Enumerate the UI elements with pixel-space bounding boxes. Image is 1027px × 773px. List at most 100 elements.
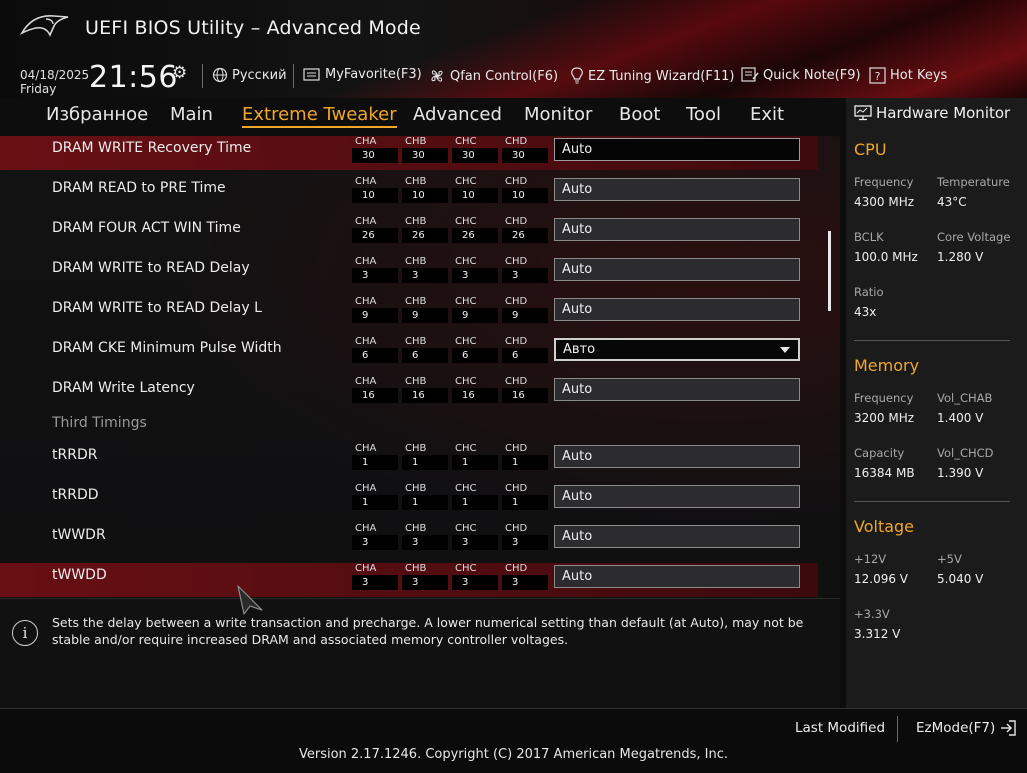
setting-name: tRRDR	[52, 447, 98, 463]
setting-row[interactable]: DRAM WRITE to READ Delay CHA 3 CHB 3 CHC 3 CHD 3…	[0, 256, 818, 290]
tab-monitor[interactable]: Monitor	[524, 104, 592, 125]
voltage-section-title: Voltage	[854, 517, 915, 536]
channel-value: 1	[452, 495, 498, 510]
setting-value: Auto	[562, 529, 593, 544]
tab-advanced[interactable]: Advanced	[413, 104, 502, 125]
setting-row[interactable]: tWWDD CHA 3 CHB 3 CHC 3 CHD 3 Auto	[0, 563, 818, 597]
ezmode-button[interactable]: EzMode(F7)	[916, 720, 1017, 736]
channel-value: 3	[402, 268, 448, 283]
channel-value: 10	[452, 188, 498, 203]
ez-tuning-wizard-button[interactable]: EZ Tuning Wizard(F11)	[570, 67, 734, 85]
setting-row[interactable]: DRAM READ to PRE Time CHA 10 CHB 10 CHC 10 CHD 1…	[0, 176, 818, 210]
setting-input[interactable]: Auto	[554, 218, 800, 241]
channel-label: CHB	[405, 256, 427, 267]
channel-value: 26	[452, 228, 498, 243]
settings-gear-icon[interactable]: ⚙	[172, 63, 187, 83]
channel-label: CHC	[455, 136, 477, 147]
setting-name: DRAM CKE Minimum Pulse Width	[52, 340, 282, 356]
channel-cha-readout: CHA 26	[352, 216, 398, 245]
settings-panel: DRAM WRITE Recovery Time CHA 30 CHB 30 CHC 30 C…	[0, 136, 840, 598]
question-icon: ?	[869, 67, 886, 84]
channel-chc-readout: CHC 1	[452, 483, 498, 512]
channel-value: 16	[502, 388, 548, 403]
qfan-control-button[interactable]: Qfan Control(F6)	[428, 67, 558, 85]
channel-value: 26	[502, 228, 548, 243]
last-modified-button[interactable]: Last Modified	[795, 720, 885, 736]
channel-value: 3	[352, 268, 398, 283]
setting-row[interactable]: tWWDR CHA 3 CHB 3 CHC 3 CHD 3 Auto	[0, 523, 818, 557]
language-button[interactable]: Русский	[212, 67, 287, 83]
setting-input[interactable]: Auto	[554, 298, 800, 321]
qfan-label: Qfan Control(F6)	[450, 68, 559, 84]
cpu-frequency-value: 4300 MHz	[854, 195, 915, 209]
channel-label: CHD	[505, 256, 528, 267]
divider	[0, 708, 1027, 709]
setting-input[interactable]: Auto	[554, 525, 800, 548]
hardware-monitor-header: Hardware Monitor	[854, 104, 1010, 122]
channel-chd-readout: CHD 3	[502, 523, 548, 552]
channel-label: CHC	[455, 563, 477, 574]
favorites-icon	[303, 67, 320, 81]
channel-cha-readout: CHA 1	[352, 443, 398, 472]
channel-value: 30	[352, 148, 398, 163]
tab-boot[interactable]: Boot	[619, 104, 660, 125]
ez-tuning-label: EZ Tuning Wizard(F11)	[588, 68, 735, 84]
setting-input[interactable]: Auto	[554, 485, 800, 508]
setting-row[interactable]: tRRDR CHA 1 CHB 1 CHC 1 CHD 1 Auto	[0, 443, 818, 477]
channel-chc-readout: CHC 30	[452, 136, 498, 165]
channel-value: 1	[352, 495, 398, 510]
channel-value: 3	[352, 535, 398, 550]
channel-value: 1	[402, 455, 448, 470]
setting-name: DRAM WRITE to READ Delay L	[52, 300, 262, 316]
channel-label: CHC	[455, 523, 477, 534]
setting-input[interactable]: Auto	[554, 258, 800, 281]
channel-value: 3	[502, 535, 548, 550]
setting-input[interactable]: Auto	[554, 445, 800, 468]
tab-tool[interactable]: Tool	[686, 104, 721, 125]
setting-row[interactable]: DRAM Write Latency CHA 16 CHB 16 CHC 16 CHD 16 Au…	[0, 376, 818, 410]
tab-favorites[interactable]: Избранное	[46, 104, 148, 125]
channel-label: CHC	[455, 483, 477, 494]
channel-chb-readout: CHB 3	[402, 256, 448, 285]
channel-value: 26	[352, 228, 398, 243]
setting-row[interactable]: DRAM FOUR ACT WIN Time CHA 26 CHB 26 CHC 26 CHD…	[0, 216, 818, 250]
channel-chb-readout: CHB 3	[402, 523, 448, 552]
channel-chc-readout: CHC 3	[452, 563, 498, 592]
tab-extreme-tweaker[interactable]: Extreme Tweaker	[242, 104, 397, 128]
v12-value: 12.096 V	[854, 572, 909, 586]
quick-note-button[interactable]: Quick Note(F9)	[741, 67, 861, 83]
scrollbar-thumb[interactable]	[828, 231, 831, 311]
chevron-down-icon	[780, 347, 790, 353]
myfavorite-button[interactable]: MyFavorite(F3)	[303, 67, 422, 82]
memory-frequency-label: Frequency	[854, 391, 914, 405]
setting-dropdown[interactable]: Авто	[554, 338, 800, 361]
svg-text:?: ?	[875, 70, 881, 83]
channel-chb-readout: CHB 10	[402, 176, 448, 205]
setting-row[interactable]: DRAM WRITE to READ Delay L CHA 9 CHB 9 CHC 9 CH…	[0, 296, 818, 330]
memory-frequency-value: 3200 MHz	[854, 411, 915, 425]
tab-exit[interactable]: Exit	[750, 104, 784, 125]
setting-input[interactable]: Auto	[554, 565, 800, 588]
lightbulb-icon	[571, 67, 583, 84]
channel-label: CHC	[455, 216, 477, 227]
channel-value: 9	[502, 308, 548, 323]
channel-value: 3	[452, 535, 498, 550]
setting-row[interactable]: DRAM WRITE Recovery Time CHA 30 CHB 30 CHC 30 C…	[0, 136, 818, 170]
setting-row[interactable]: tRRDD CHA 1 CHB 1 CHC 1 CHD 1 Auto	[0, 483, 818, 517]
vol-chcd-value: 1.390 V	[937, 466, 984, 480]
channel-label: CHD	[505, 136, 528, 147]
hot-keys-button[interactable]: ? Hot Keys	[869, 67, 947, 84]
channel-label: CHD	[505, 523, 528, 534]
setting-row[interactable]: DRAM CKE Minimum Pulse Width CHA 6 CHB 6 CHC 6…	[0, 336, 818, 370]
cpu-temperature-label: Temperature	[937, 175, 1010, 189]
tab-main[interactable]: Main	[170, 104, 213, 125]
channel-value: 10	[502, 188, 548, 203]
setting-input[interactable]: Auto	[554, 378, 800, 401]
setting-value: Auto	[562, 489, 593, 504]
setting-input[interactable]: Auto	[554, 138, 800, 161]
channel-value: 3	[502, 268, 548, 283]
setting-input[interactable]: Auto	[554, 178, 800, 201]
channel-chd-readout: CHD 9	[502, 296, 548, 325]
channel-label: CHA	[355, 376, 377, 387]
channel-label: CHB	[405, 216, 427, 227]
